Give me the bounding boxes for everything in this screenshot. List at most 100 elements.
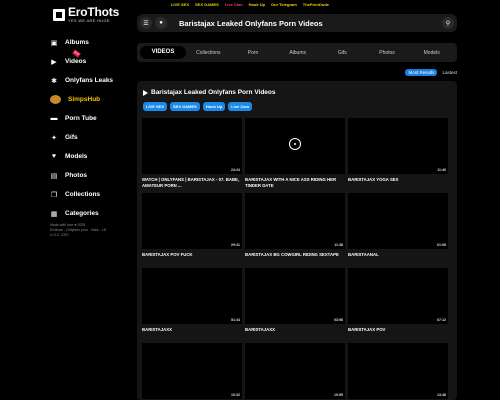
chat-button[interactable]: ● — [155, 17, 167, 29]
video-duration: 07:12 — [437, 318, 446, 322]
tag-chip[interactable]: LIVE SEX — [143, 102, 168, 111]
tag-chip[interactable]: Live Cam — [228, 102, 253, 111]
sidebar-item-label: Albums — [65, 39, 89, 46]
section-tabs: VIDEOS Collections Porn Albums Gifs Photos Mod… — [137, 43, 457, 62]
video-title-link[interactable]: BARISTAJAXX — [245, 327, 345, 333]
panel-title-text: Baristajax Leaked Onlyfans Porn Videos — [151, 89, 276, 96]
collections-icon: ❐ — [50, 191, 58, 199]
sidebar-item-label: Porn Tube — [65, 115, 97, 122]
menu-button[interactable]: ☰ — [140, 17, 152, 29]
video-duration: 01:08 — [437, 243, 446, 247]
sort-options: Most Results Lastest — [405, 69, 457, 76]
sidebar-item-collections[interactable]: ❐ Collections — [50, 185, 130, 204]
tag-list: LIVE SEX SEX GAMES Hook Up Live Cam — [143, 102, 253, 111]
page-header: ☰ ● Baristajax Leaked Onlyfans Porn Vide… — [137, 14, 457, 32]
promo-link[interactable]: ThePornDude — [303, 2, 329, 8]
sidebar: EroThots YES WE ARE HUGE ▣ Albums ▶ Videos ✱… — [0, 0, 130, 400]
sidebar-item-label: Categories — [65, 210, 99, 217]
tab-albums[interactable]: Albums — [275, 50, 320, 56]
tab-gifs[interactable]: Gifs — [320, 50, 365, 56]
sidebar-item-models[interactable]: ♥ Models — [50, 147, 130, 166]
sidebar-item-simpshub[interactable]: SimpsHub — [50, 90, 130, 109]
sidebar-footer: Made with love ♥ 2025 Erothots - Onlyfans… — [50, 223, 125, 238]
tab-collections[interactable]: Collections — [186, 50, 231, 56]
video-thumbnail[interactable]: 07:12 — [348, 268, 448, 324]
sort-most-results[interactable]: Most Results — [405, 69, 438, 76]
hamburger-icon: ☰ — [143, 20, 149, 27]
page-title: Baristajax Leaked Onlyfans Porn Videos — [179, 18, 323, 28]
video-duration: 03:56 — [334, 318, 343, 322]
sidebar-item-label: SimpsHub — [68, 96, 101, 103]
sidebar-item-label: Models — [65, 153, 88, 160]
video-title-link[interactable]: BARISTAJAX POV — [348, 327, 448, 333]
video-panel: Baristajax Leaked Onlyfans Porn Videos L… — [137, 81, 457, 400]
video-duration: 51:44 — [231, 318, 240, 322]
video-thumbnail[interactable]: 03:56 — [245, 268, 345, 324]
sidebar-item-categories[interactable]: ▦ Categories — [50, 204, 130, 223]
video-title-link[interactable]: BARISTAJAXX — [142, 327, 242, 333]
video-title-link[interactable]: BARISTAANAL — [348, 252, 448, 258]
video-duration: 10:32 — [231, 393, 240, 397]
sidebar-item-gifs[interactable]: ✦ Gifs — [50, 128, 130, 147]
loading-spinner-icon — [289, 138, 301, 150]
chat-icon: ● — [159, 20, 163, 26]
tab-models[interactable]: Models — [409, 50, 454, 56]
logo-icon — [53, 9, 65, 21]
images-icon: ▣ — [50, 39, 58, 47]
tab-videos[interactable]: VIDEOS — [140, 46, 186, 59]
sort-latest[interactable]: Lastest — [442, 69, 457, 76]
video-title-link[interactable]: WATCH | ONLYFANS | BARISTAJAX - 07. BABE… — [142, 177, 242, 188]
sidebar-item-label: Gifs — [65, 134, 78, 141]
video-duration: 10:55 — [334, 393, 343, 397]
video-thumbnail[interactable]: 51:44 — [142, 268, 242, 324]
photo-icon: ▤ — [50, 172, 58, 180]
promo-link[interactable]: Hook Up — [249, 2, 265, 8]
tag-chip[interactable]: Hook Up — [202, 102, 226, 111]
video-thumbnail[interactable]: 01:08 — [348, 193, 448, 249]
gif-icon: ✦ — [51, 134, 57, 142]
video-thumbnail[interactable]: 13:48 — [348, 343, 448, 399]
promo-link[interactable]: LIVE SEX — [171, 2, 189, 8]
footer-line: U.S.C. 2257 — [50, 233, 70, 237]
categories-icon: ▦ — [50, 210, 58, 218]
video-thumbnail[interactable]: 10:55 — [245, 343, 345, 399]
sidebar-item-onlyfans-leaks[interactable]: ✱ Onlyfans Leaks — [50, 71, 130, 90]
tag-chip[interactable]: SEX GAMES — [170, 102, 200, 111]
video-title-link[interactable]: BARISTAJAX BG COWGIRL RIDING SEXTAPE — [245, 252, 345, 258]
video-thumbnail[interactable]: 24:24 — [142, 118, 242, 174]
video-thumbnail[interactable]: 10:32 — [142, 343, 242, 399]
heart-icon: ♥ — [51, 153, 57, 160]
sidebar-nav: ▣ Albums ▶ Videos ✱ Onlyfans Leaks SimpsHub ▬ Po… — [50, 33, 130, 223]
sidebar-item-videos[interactable]: ▶ Videos — [50, 52, 130, 71]
video-thumbnail[interactable]: 11:38 — [245, 193, 345, 249]
logo-title: EroThots — [68, 5, 120, 19]
video-thumbnail[interactable] — [245, 118, 345, 174]
play-icon: ▶ — [51, 58, 57, 66]
search-button[interactable]: ⚲ — [442, 17, 454, 29]
sidebar-item-label: Photos — [65, 172, 88, 179]
promo-link[interactable]: Live Cam — [225, 2, 243, 8]
video-thumbnail[interactable]: 11:40 — [348, 118, 448, 174]
sidebar-item-albums[interactable]: ▣ Albums — [50, 33, 130, 52]
video-title-link[interactable]: BARISTAJAX YOGA SEX — [348, 177, 448, 183]
asterisk-icon: ✱ — [51, 77, 57, 85]
video-duration: 11:40 — [437, 168, 446, 172]
search-icon: ⚲ — [445, 20, 451, 27]
film-icon: ▬ — [50, 115, 58, 122]
video-title-link[interactable]: BARISTAJAX WITH A NICE ASS RIDING HER TI… — [245, 177, 345, 188]
sidebar-item-label: Onlyfans Leaks — [65, 77, 114, 84]
sidebar-item-label: Collections — [65, 191, 101, 198]
video-duration: 11:38 — [334, 243, 343, 247]
tab-porn[interactable]: Porn — [231, 50, 276, 56]
video-thumbnail[interactable]: 29:41 — [142, 193, 242, 249]
simpshub-logo-icon — [50, 95, 61, 104]
video-duration: 24:24 — [231, 168, 240, 172]
site-logo[interactable]: EroThots YES WE ARE HUGE — [53, 5, 120, 23]
tab-photos[interactable]: Photos — [365, 50, 410, 56]
sidebar-item-porn-tube[interactable]: ▬ Porn Tube — [50, 109, 130, 128]
promo-link[interactable]: Our Telegram — [271, 2, 297, 8]
sidebar-item-photos[interactable]: ▤ Photos — [50, 166, 130, 185]
video-duration: 13:48 — [437, 393, 446, 397]
video-title-link[interactable]: BARISTAJAX POV FUCK — [142, 252, 242, 258]
promo-link[interactable]: SEX GAMES — [195, 2, 219, 8]
